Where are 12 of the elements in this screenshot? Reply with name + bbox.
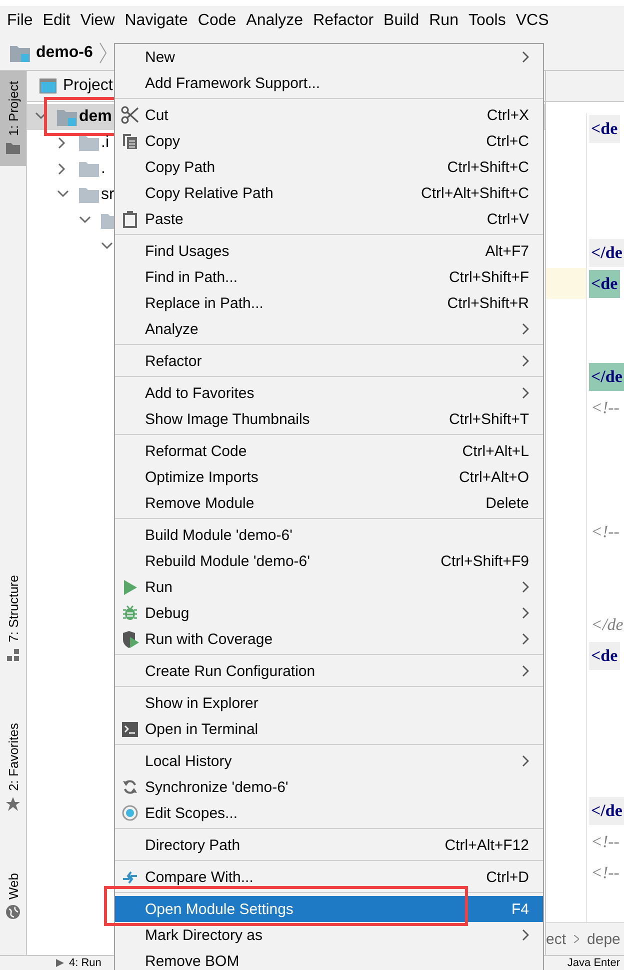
- code-text: </de: [589, 362, 624, 390]
- code-text: <de: [589, 270, 620, 298]
- code-text: </de: [589, 238, 624, 266]
- code-text: <!--: [590, 862, 620, 884]
- code-text: </de: [589, 796, 624, 824]
- code-text: <!--: [590, 396, 620, 418]
- code-text: <de: [589, 642, 620, 670]
- code-text: <!--: [590, 520, 620, 542]
- code-text: <!--: [590, 830, 620, 852]
- code-text: <de: [589, 114, 620, 142]
- code-text: </de: [590, 614, 624, 636]
- tab-label: 4: Run: [69, 957, 102, 969]
